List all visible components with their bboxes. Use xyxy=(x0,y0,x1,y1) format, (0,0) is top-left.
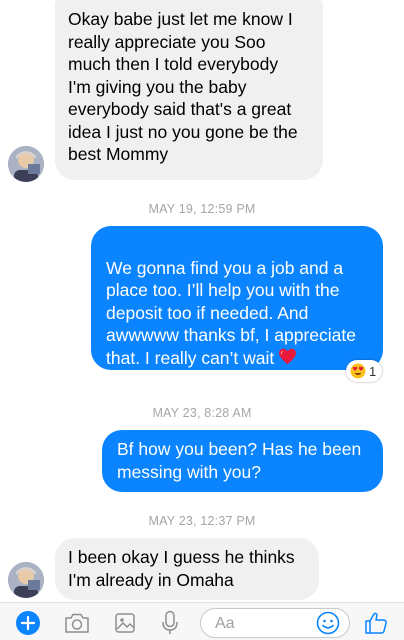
message-timestamp: MAY 23, 8:28 AM xyxy=(152,406,252,420)
incoming-message[interactable]: I been okay I guess he thinks I'm alread… xyxy=(55,538,319,600)
message-timestamp: MAY 23, 12:37 PM xyxy=(148,514,256,528)
message-reaction[interactable]: 1 xyxy=(346,360,383,382)
incoming-message[interactable]: Okay babe just let me know I really appr… xyxy=(55,0,323,180)
microphone-icon xyxy=(162,610,178,634)
contact-avatar[interactable] xyxy=(8,562,44,598)
reaction-count: 1 xyxy=(369,363,377,379)
microphone-button[interactable] xyxy=(156,609,184,637)
composer-bar xyxy=(0,602,404,640)
gallery-button[interactable] xyxy=(111,609,139,637)
outgoing-message[interactable]: We gonna find you a job and a place too.… xyxy=(91,226,383,370)
outgoing-message-text: We gonna find you a job and a place too.… xyxy=(106,257,356,368)
add-button[interactable] xyxy=(14,609,42,637)
message-input[interactable] xyxy=(213,613,317,635)
message-timestamp: MAY 19, 12:59 PM xyxy=(148,202,256,216)
like-icon xyxy=(365,612,387,634)
contact-avatar-image xyxy=(8,562,44,598)
gallery-icon xyxy=(115,613,135,633)
camera-icon xyxy=(65,613,89,633)
outgoing-message[interactable]: Bf how you been? Has he been messing wit… xyxy=(102,430,383,492)
red-heart-icon xyxy=(278,348,297,371)
contact-avatar[interactable] xyxy=(8,146,44,182)
camera-button[interactable] xyxy=(63,609,91,637)
heart-eyes-emoji-icon xyxy=(350,363,366,379)
contact-avatar-image xyxy=(8,146,44,182)
emoji-button[interactable] xyxy=(314,609,342,637)
emoji-icon xyxy=(316,611,340,635)
like-button[interactable] xyxy=(362,609,390,637)
add-icon xyxy=(16,611,40,635)
